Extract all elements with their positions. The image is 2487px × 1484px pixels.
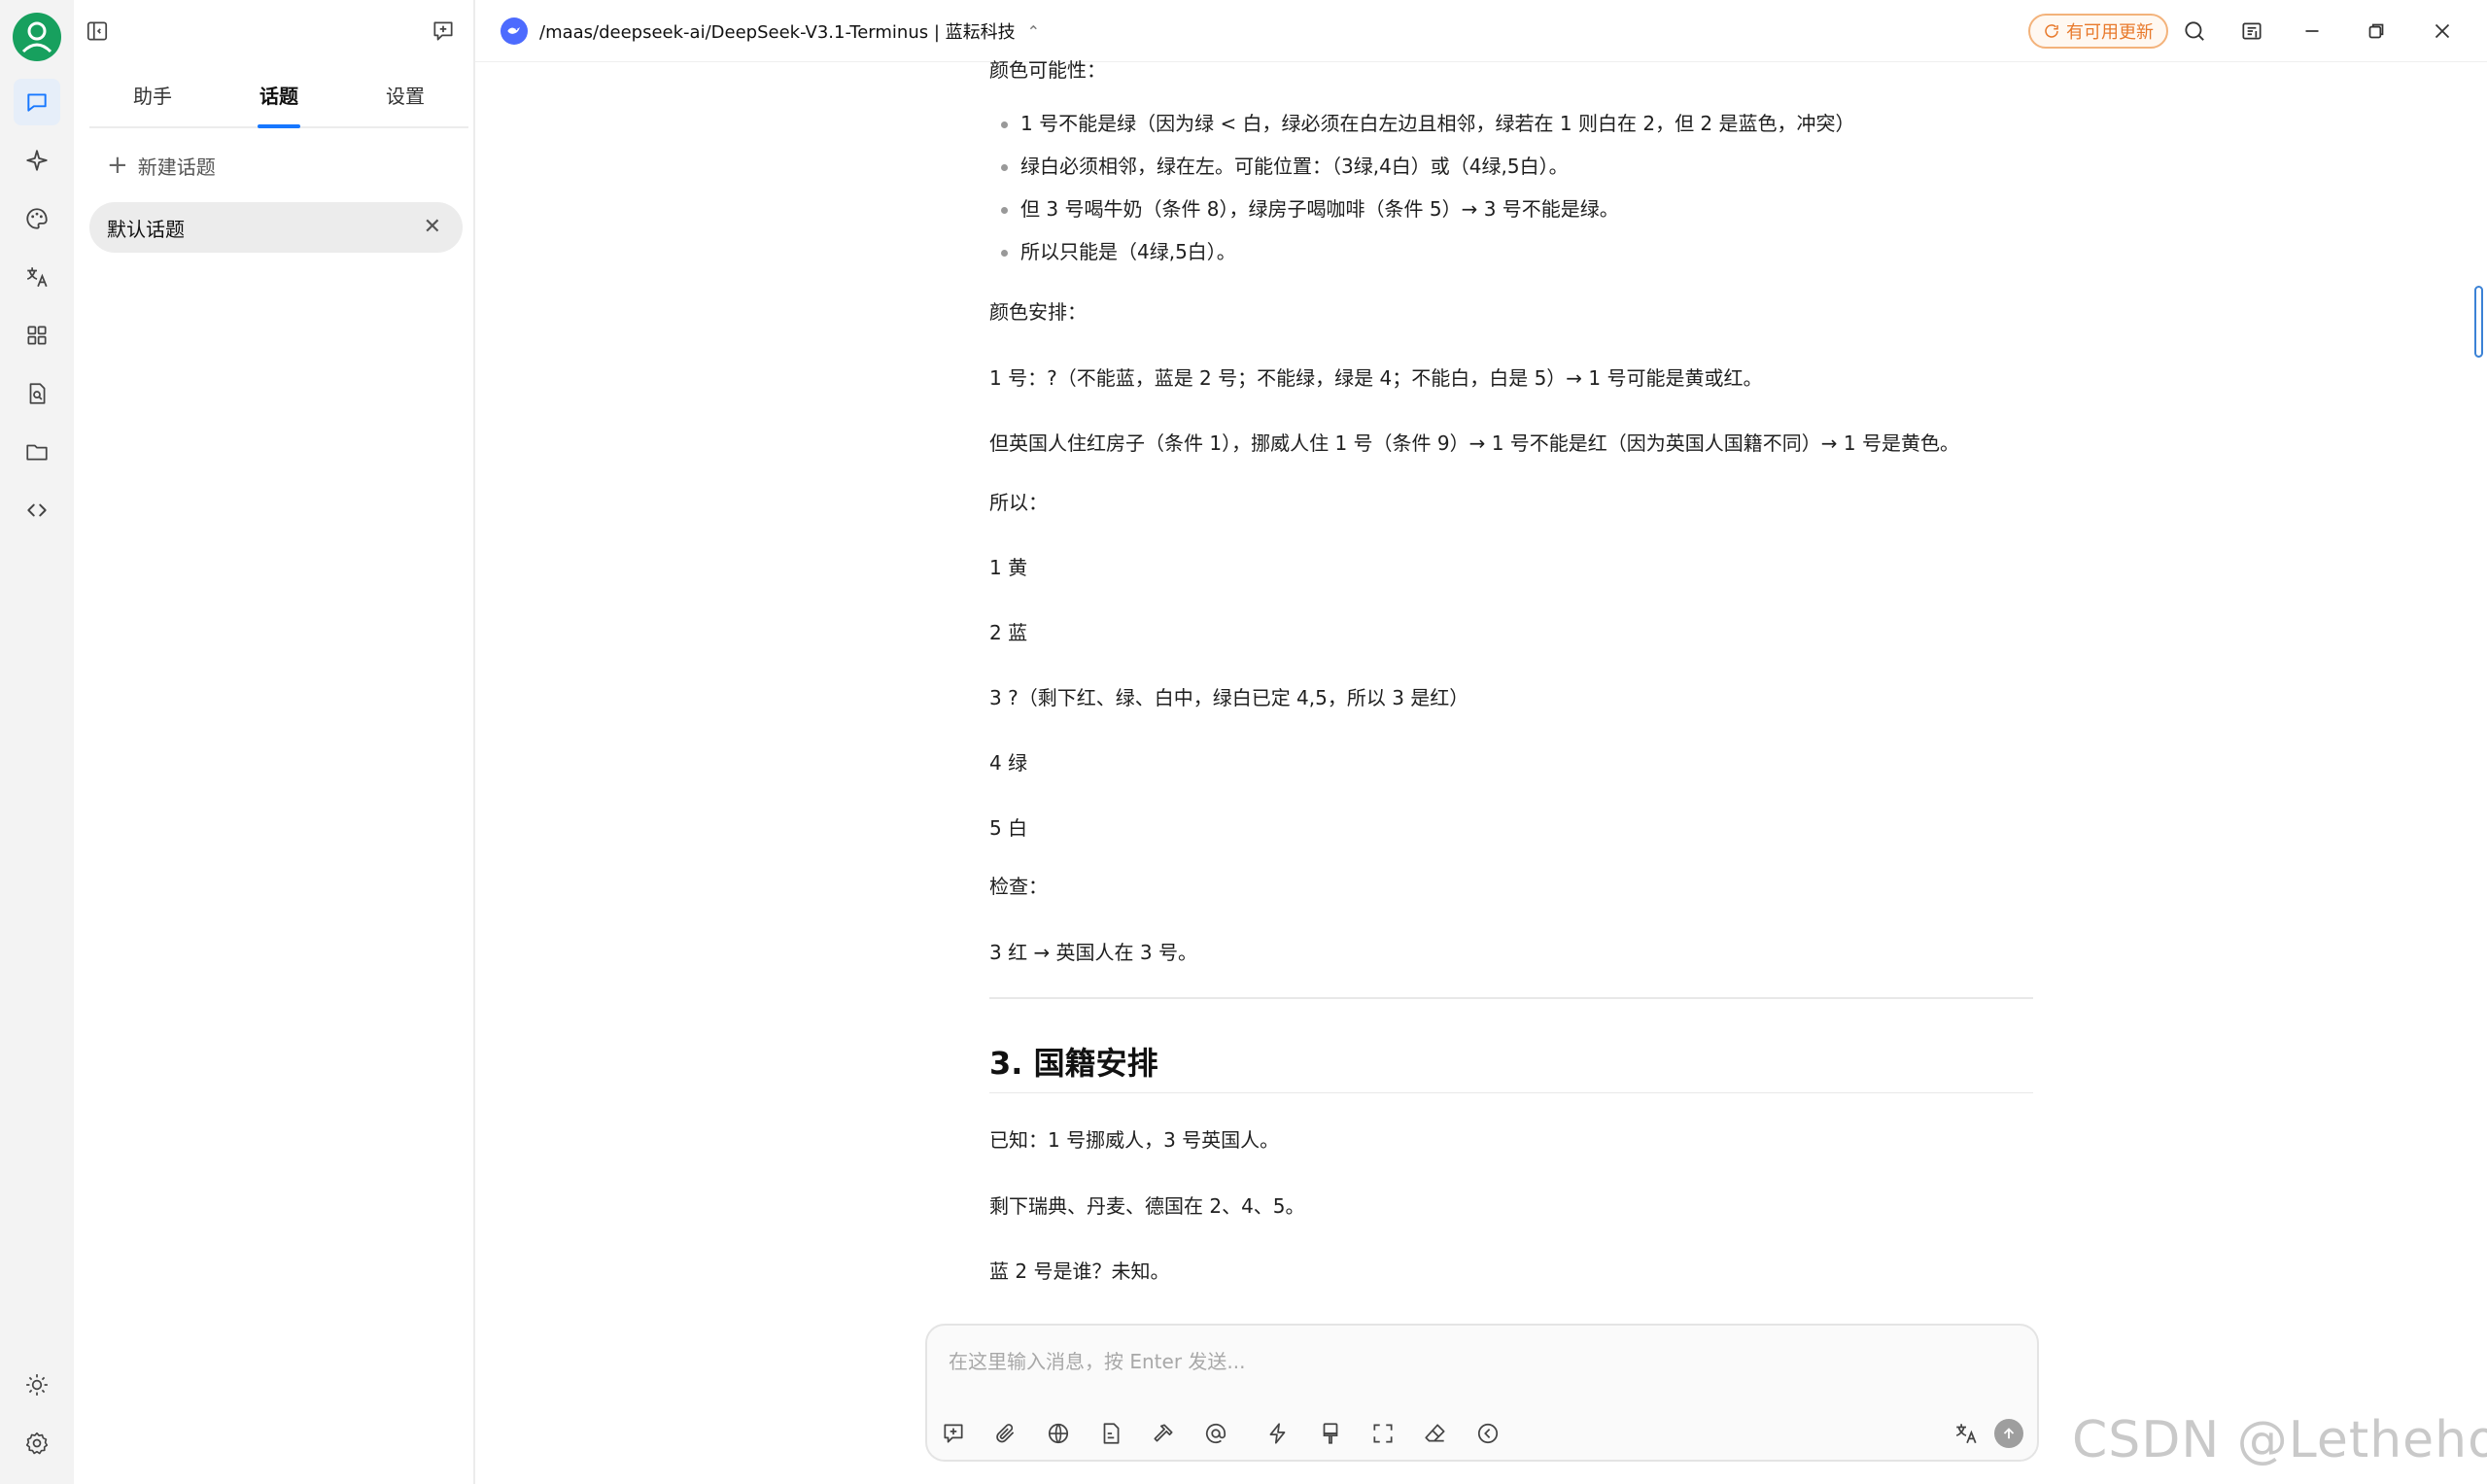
chat-icon[interactable] (14, 79, 60, 125)
list-item: 绿白必须相邻，绿在左。可能位置：（3绿,4白）或（4绿,5白）。 (989, 152, 1855, 194)
at-icon[interactable] (1199, 1417, 1232, 1450)
deepseek-logo-icon (501, 17, 528, 45)
section-heading: 3. 国籍安排 (989, 1045, 1158, 1082)
message-input[interactable] (949, 1345, 1920, 1378)
divider (989, 997, 2033, 999)
topic-item-default[interactable]: 默认话题 ✕ (89, 202, 463, 253)
paragraph: 已知：1 号挪威人，3 号英国人。 (989, 1128, 1280, 1152)
list-item: 1 号不能是绿（因为绿 < 白，绿必须在白左边且相邻，绿若在 1 则白在 2，但… (989, 109, 1855, 152)
model-selector[interactable]: /maas/deepseek-ai/DeepSeek-V3.1-Terminus… (501, 17, 1040, 45)
color-possibility-list: 1 号不能是绿（因为绿 < 白，绿必须在白左边且相邻，绿若在 1 则白在 2，但… (989, 109, 1855, 280)
arrangement-line: 5 白 (989, 816, 1028, 840)
search-icon[interactable] (2179, 16, 2210, 47)
new-topic-icon[interactable] (937, 1417, 970, 1450)
paperclip-icon[interactable] (989, 1417, 1022, 1450)
paragraph: 所以： (989, 491, 1048, 514)
plus-icon: + (107, 151, 128, 180)
tab-topics[interactable]: 话题 (216, 70, 342, 128)
model-name: /maas/deepseek-ai/DeepSeek-V3.1-Terminus… (539, 22, 1016, 43)
new-topic-label: 新建话题 (137, 155, 216, 179)
list-item: 所以只能是（4绿,5白）。 (989, 237, 1855, 280)
sidebar-toggle-icon[interactable] (82, 16, 113, 47)
arrow-up-icon (2003, 1428, 2015, 1439)
arrangement-line: 3 ?（剩下红、绿、白中，绿白已定 4,5，所以 3 是红） (989, 686, 1469, 709)
color-arrangement-title: 颜色安排： (989, 300, 1087, 324)
paragraph: 但英国人住红房子（条件 1），挪威人住 1 号（条件 9）→ 1 号不能是红（因… (989, 431, 1959, 455)
paragraph: 3 红 → 英国人在 3 号。 (989, 941, 1197, 964)
lightning-icon[interactable] (1261, 1417, 1295, 1450)
update-label: 有可用更新 (2066, 22, 2154, 43)
hammer-icon[interactable] (1147, 1417, 1180, 1450)
translate-icon[interactable] (19, 259, 54, 294)
topic-panel: 助手 话题 设置 + 新建话题 默认话题 ✕ (74, 0, 475, 1484)
settings-icon[interactable] (19, 1426, 54, 1461)
new-chat-icon[interactable] (428, 16, 459, 47)
folder-icon[interactable] (19, 434, 54, 469)
layout-toggle-icon[interactable] (2236, 16, 2267, 47)
arrangement-line: 1 黄 (989, 556, 1028, 579)
restore-icon[interactable] (2361, 16, 2392, 47)
close-window-icon[interactable] (2427, 16, 2458, 47)
tab-assistant[interactable]: 助手 (89, 70, 216, 126)
panel-tabs: 助手 话题 设置 (89, 70, 468, 128)
back-circle-icon[interactable] (1471, 1417, 1504, 1450)
file-search-icon[interactable] (19, 376, 54, 411)
tab-settings[interactable]: 设置 (342, 70, 468, 126)
minimize-icon[interactable] (2297, 16, 2328, 47)
message-composer (925, 1324, 2039, 1462)
paragraph: 检查： (989, 875, 1048, 898)
icon-rail (0, 0, 74, 1484)
palette-icon[interactable] (19, 201, 54, 236)
file-icon[interactable] (1094, 1417, 1127, 1450)
update-available-button[interactable]: 有可用更新 (2028, 14, 2168, 49)
globe-icon[interactable] (1042, 1417, 1075, 1450)
apps-grid-icon[interactable] (19, 318, 54, 353)
eraser-icon[interactable] (1419, 1417, 1452, 1450)
avatar[interactable] (13, 13, 61, 61)
sparkle-icon[interactable] (19, 143, 54, 178)
arrangement-line: 2 蓝 (989, 621, 1028, 644)
brush-icon[interactable] (1314, 1417, 1347, 1450)
scrollbar-thumb[interactable] (2474, 286, 2483, 358)
refresh-icon (2045, 24, 2058, 38)
sun-icon[interactable] (19, 1367, 54, 1402)
list-item: 但 3 号喝牛奶（条件 8），绿房子喝咖啡（条件 5）→ 3 号不能是绿。 (989, 194, 1855, 237)
paragraph: 1 号：?（不能蓝，蓝是 2 号；不能绿，绿是 4；不能白，白是 5）→ 1 号… (989, 366, 1763, 390)
close-icon[interactable]: ✕ (424, 216, 441, 239)
arrangement-line: 4 绿 (989, 751, 1028, 775)
topic-item-label: 默认话题 (107, 217, 185, 241)
watermark: CSDN @Lethehong (2072, 1411, 2487, 1469)
color-possibility-title: 颜色可能性： (989, 58, 1106, 82)
translate-icon[interactable] (1950, 1417, 1983, 1450)
paragraph: 蓝 2 号是谁？未知。 (989, 1260, 1170, 1283)
paragraph: 剩下瑞典、丹麦、德国在 2、4、5。 (989, 1194, 1305, 1218)
code-icon[interactable] (19, 493, 54, 528)
divider (989, 1092, 2033, 1093)
chevron-updown-icon: ⌃ (1026, 21, 1041, 41)
expand-icon[interactable] (1366, 1417, 1399, 1450)
send-button[interactable] (1994, 1419, 2023, 1448)
new-topic-button[interactable]: + 新建话题 (107, 148, 216, 183)
chat-header: /maas/deepseek-ai/DeepSeek-V3.1-Terminus… (475, 0, 2487, 62)
